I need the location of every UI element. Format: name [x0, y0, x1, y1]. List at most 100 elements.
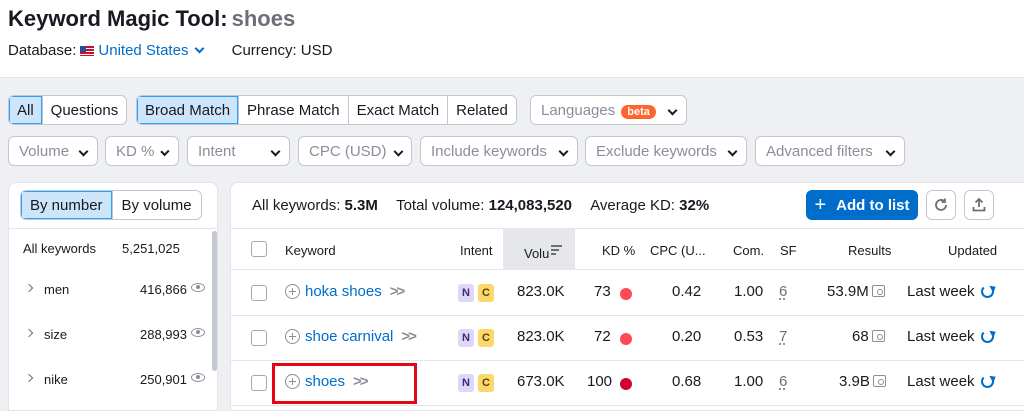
page-header: Keyword Magic Tool: shoes Database: United… [0, 0, 1024, 78]
by-number-button[interactable]: By number [21, 191, 113, 219]
group-item[interactable]: size 288,993 [9, 314, 209, 359]
group-item[interactable]: men 416,866 [9, 269, 209, 314]
export-button[interactable] [964, 190, 994, 220]
database-dropdown[interactable]: United States [98, 42, 205, 59]
chevron-down-icon [270, 146, 281, 156]
keyword-link[interactable]: hoka shoes [305, 283, 382, 300]
sf-cell[interactable]: 6 [779, 283, 787, 300]
intent-navigational-badge: N [458, 374, 474, 392]
kd-filter[interactable]: KD % [105, 136, 179, 166]
meta-row: Database: United States Currency: USD [8, 42, 332, 59]
groups-sidebar: By number By volume All keywords 5,251,0… [8, 182, 218, 411]
updated-cell: Last week [907, 373, 994, 390]
add-keyword-icon[interactable] [285, 284, 300, 299]
keyword-details-icon[interactable]: >> [390, 283, 405, 300]
updated-column-header[interactable]: Updated [948, 243, 997, 258]
results-column-header[interactable]: Results [848, 243, 891, 258]
group-label: size [44, 327, 68, 342]
exclude-keywords-filter[interactable]: Exclude keywords [585, 136, 747, 166]
sf-cell[interactable]: 6 [779, 373, 787, 390]
languages-dropdown[interactable]: Languages beta [530, 95, 687, 125]
kd-indicator-dot [620, 288, 632, 300]
kd-cell: 100 [587, 373, 613, 390]
keyword-details-icon[interactable]: >> [401, 328, 416, 345]
annotation-highlight-box [272, 363, 417, 404]
summary-bar: All keywords: 5.3M Total volume: 124,083… [252, 197, 709, 214]
tab-all[interactable]: All [9, 96, 43, 124]
add-to-list-button[interactable]: + Add to list [806, 190, 918, 220]
volume-cell: 673.0K [517, 373, 565, 390]
eye-icon[interactable] [191, 373, 205, 382]
cpc-column-header[interactable]: CPC (U... [650, 243, 706, 258]
results-cell: 3.9B [839, 373, 886, 390]
group-item[interactable]: nike 250,901 [9, 359, 209, 404]
tab-related[interactable]: Related [448, 96, 516, 124]
cpc-cell: 0.68 [672, 373, 702, 390]
keyword-cell: hoka shoes >> [285, 283, 405, 300]
all-keywords-label[interactable]: All keywords [23, 241, 96, 256]
languages-label: Languages [541, 101, 616, 119]
exclude-filter-label: Exclude keywords [596, 142, 717, 160]
row-checkbox[interactable] [251, 375, 267, 391]
refresh-button[interactable] [926, 190, 956, 220]
tab-broad-match[interactable]: Broad Match [137, 96, 240, 124]
select-all-checkbox[interactable] [251, 241, 267, 257]
export-icon [972, 197, 986, 212]
divider [9, 228, 217, 229]
serp-icon[interactable] [871, 285, 885, 297]
average-kd-value: 32% [679, 197, 710, 214]
chevron-down-icon [667, 105, 678, 115]
row-checkbox[interactable] [251, 330, 267, 346]
add-keyword-icon[interactable] [285, 329, 300, 344]
cpc-filter[interactable]: CPC (USD) [298, 136, 412, 166]
serp-icon[interactable] [872, 375, 886, 387]
intent-filter[interactable]: Intent [187, 136, 290, 166]
intent-commercial-badge: C [478, 284, 494, 302]
results-value: 68 [852, 328, 869, 345]
intent-commercial-badge: C [478, 329, 494, 347]
add-to-list-label: Add to list [836, 196, 910, 214]
keyword-link[interactable]: shoe carnival [305, 328, 393, 345]
kd-cell: 72 [594, 328, 611, 345]
eye-icon[interactable] [191, 283, 205, 292]
group-label: nike [44, 372, 68, 387]
all-keywords-count: 5,251,025 [122, 241, 180, 256]
table-row: shoe carnival >> N C 823.0K 72 0.20 0.53 … [231, 316, 1024, 361]
serp-icon[interactable] [871, 330, 885, 342]
updated-value: Last week [907, 373, 975, 390]
kd-column-header[interactable]: KD % [602, 243, 635, 258]
tab-phrase-match[interactable]: Phrase Match [239, 96, 349, 124]
tab-questions[interactable]: Questions [43, 96, 127, 124]
advanced-filters[interactable]: Advanced filters [755, 136, 905, 166]
results-cell: 68 [852, 328, 885, 345]
tab-exact-match[interactable]: Exact Match [349, 96, 449, 124]
refresh-icon[interactable] [980, 375, 994, 388]
sf-column-header[interactable]: SF [780, 243, 797, 258]
include-keywords-filter[interactable]: Include keywords [420, 136, 578, 166]
sf-cell[interactable]: 7 [779, 328, 787, 345]
currency-label: Currency: USD [231, 42, 333, 59]
total-volume-label: Total volume: [396, 197, 485, 214]
chevron-right-icon[interactable] [24, 373, 34, 383]
refresh-icon[interactable] [980, 285, 994, 298]
match-type-toggle: Broad Match Phrase Match Exact Match Rel… [136, 95, 517, 125]
chevron-right-icon[interactable] [24, 328, 34, 338]
by-volume-button[interactable]: By volume [113, 191, 201, 219]
average-kd-label: Average KD: [590, 197, 675, 214]
chevron-down-icon [392, 146, 403, 156]
refresh-icon[interactable] [980, 330, 994, 343]
cpc-cell: 0.42 [672, 283, 702, 300]
volume-filter[interactable]: Volume [8, 136, 98, 166]
sidebar-scrollbar[interactable] [212, 231, 217, 371]
keyword-column-header[interactable]: Keyword [285, 243, 336, 258]
updated-value: Last week [907, 283, 975, 300]
eye-icon[interactable] [191, 328, 205, 337]
com-column-header[interactable]: Com. [733, 243, 764, 258]
chevron-down-icon [727, 146, 738, 156]
volume-column-header[interactable]: Volu [524, 243, 563, 261]
chevron-down-icon [78, 146, 89, 156]
row-checkbox[interactable] [251, 285, 267, 301]
chevron-right-icon[interactable] [24, 283, 34, 293]
intent-column-header[interactable]: Intent [460, 243, 493, 258]
com-cell: 1.00 [734, 283, 764, 300]
